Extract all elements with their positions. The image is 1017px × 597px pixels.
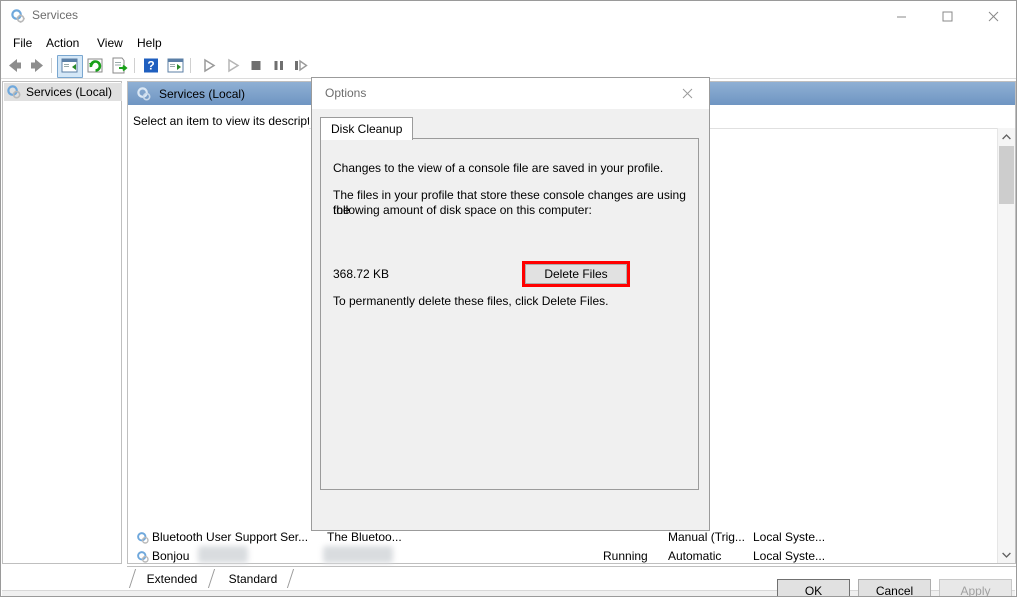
- dialog-paragraph-1: Changes to the view of a console file ar…: [333, 161, 664, 175]
- services-gear-icon: [136, 550, 150, 564]
- service-name: Bluetooth User Support Ser...: [152, 530, 309, 544]
- menu-bar: File Action View Help: [1, 32, 1016, 54]
- chevron-down-icon[interactable]: [998, 546, 1015, 563]
- visible-service-rows: Bluetooth User Support Ser... The Blueto…: [128, 530, 997, 565]
- toolbar: ?: [1, 53, 1016, 79]
- title-bar: Services: [1, 1, 1016, 32]
- stop-service-icon[interactable]: [246, 56, 266, 75]
- tab-edge-right: [199, 569, 216, 588]
- show-hide-tree-icon[interactable]: [59, 56, 79, 75]
- apply-button[interactable]: Apply: [939, 579, 1012, 596]
- back-icon[interactable]: [5, 56, 25, 75]
- menu-item-file[interactable]: File: [7, 35, 38, 51]
- tab-extended-label: Extended: [146, 571, 198, 586]
- tab-disk-cleanup[interactable]: Disk Cleanup: [320, 117, 414, 140]
- dialog-body: Changes to the view of a console file ar…: [312, 109, 709, 529]
- redaction-overlay-description: [323, 546, 393, 563]
- tab-standard-label: Standard: [228, 571, 278, 586]
- export-list-icon[interactable]: [109, 56, 129, 75]
- sidebar-item-label: Services (Local): [26, 85, 113, 99]
- start-service-icon[interactable]: [199, 56, 219, 75]
- tab-extended[interactable]: Extended: [128, 569, 216, 588]
- disk-space-value: 368.72 KB: [333, 267, 390, 281]
- toolbar-separator-1: [51, 58, 52, 73]
- vertical-scrollbar[interactable]: [997, 128, 1015, 563]
- delete-files-button[interactable]: Delete Files: [525, 264, 627, 284]
- toolbar-separator-3: [190, 58, 191, 73]
- close-icon[interactable]: [665, 78, 709, 108]
- table-row[interactable]: Bluetooth User Support Ser... The Blueto…: [128, 530, 997, 546]
- toolbar-separator-2: [134, 58, 135, 73]
- services-gear-icon: [10, 8, 26, 24]
- disk-cleanup-tab-panel: Changes to the view of a console file ar…: [320, 138, 699, 490]
- service-status: Running: [603, 549, 648, 563]
- content-header-label: Services (Local): [159, 86, 246, 101]
- service-startup-type: Automatic: [668, 549, 722, 563]
- resume-service-icon[interactable]: [223, 56, 243, 75]
- services-gear-icon: [136, 531, 150, 545]
- tab-edge-left: [128, 569, 145, 588]
- service-log-on-as: Local Syste...: [753, 549, 826, 563]
- services-gear-icon: [136, 86, 152, 102]
- table-row[interactable]: Bonjou Running Automatic Local Syste...: [128, 546, 997, 565]
- delete-files-highlight: Delete Files: [522, 261, 630, 287]
- service-log-on-as: Local Syste...: [753, 530, 826, 544]
- scrollbar-thumb[interactable]: [999, 146, 1014, 204]
- services-window: Services File Action View Help ? Service…: [0, 0, 1017, 597]
- dialog-paragraph-2-line-2: following amount of disk space on this c…: [333, 203, 592, 217]
- tab-standard[interactable]: Standard: [222, 569, 295, 588]
- sidebar-item-services-local[interactable]: Services (Local): [4, 83, 122, 101]
- window-controls: [878, 1, 1016, 32]
- dialog-paragraph-3: To permanently delete these files, click…: [333, 294, 609, 308]
- dialog-title: Options: [325, 86, 367, 100]
- refresh-icon[interactable]: [85, 56, 105, 75]
- service-startup-type: Manual (Trig...: [668, 530, 745, 544]
- menu-item-action[interactable]: Action: [40, 35, 85, 51]
- chevron-up-icon[interactable]: [998, 128, 1015, 145]
- tree-pane: Services (Local): [2, 81, 122, 564]
- maximize-icon[interactable]: [924, 1, 970, 32]
- menu-item-help[interactable]: Help: [131, 35, 168, 51]
- close-icon[interactable]: [970, 1, 1016, 32]
- service-description-pane: Select an item to view its descripti: [128, 105, 313, 563]
- help-icon[interactable]: ?: [141, 56, 161, 75]
- restart-service-icon[interactable]: [291, 56, 311, 75]
- ok-button[interactable]: OK: [777, 579, 850, 596]
- redaction-overlay-name: [198, 546, 248, 563]
- service-name: Bonjou: [152, 549, 190, 563]
- show-hide-action-pane-icon[interactable]: [165, 56, 185, 75]
- dialog-title-bar: Options: [312, 78, 709, 109]
- cancel-button[interactable]: Cancel: [858, 579, 931, 596]
- options-dialog: Options Changes to the view of a console…: [311, 77, 1012, 596]
- pause-service-icon[interactable]: [269, 56, 289, 75]
- forward-icon[interactable]: [27, 56, 47, 75]
- minimize-icon[interactable]: [878, 1, 924, 32]
- svg-text:?: ?: [147, 59, 154, 73]
- window-title: Services: [32, 8, 79, 22]
- tab-edge-right: [278, 569, 295, 588]
- service-description: The Bluetoo...: [327, 530, 402, 544]
- menu-item-view[interactable]: View: [91, 35, 129, 51]
- services-gear-icon: [6, 84, 22, 100]
